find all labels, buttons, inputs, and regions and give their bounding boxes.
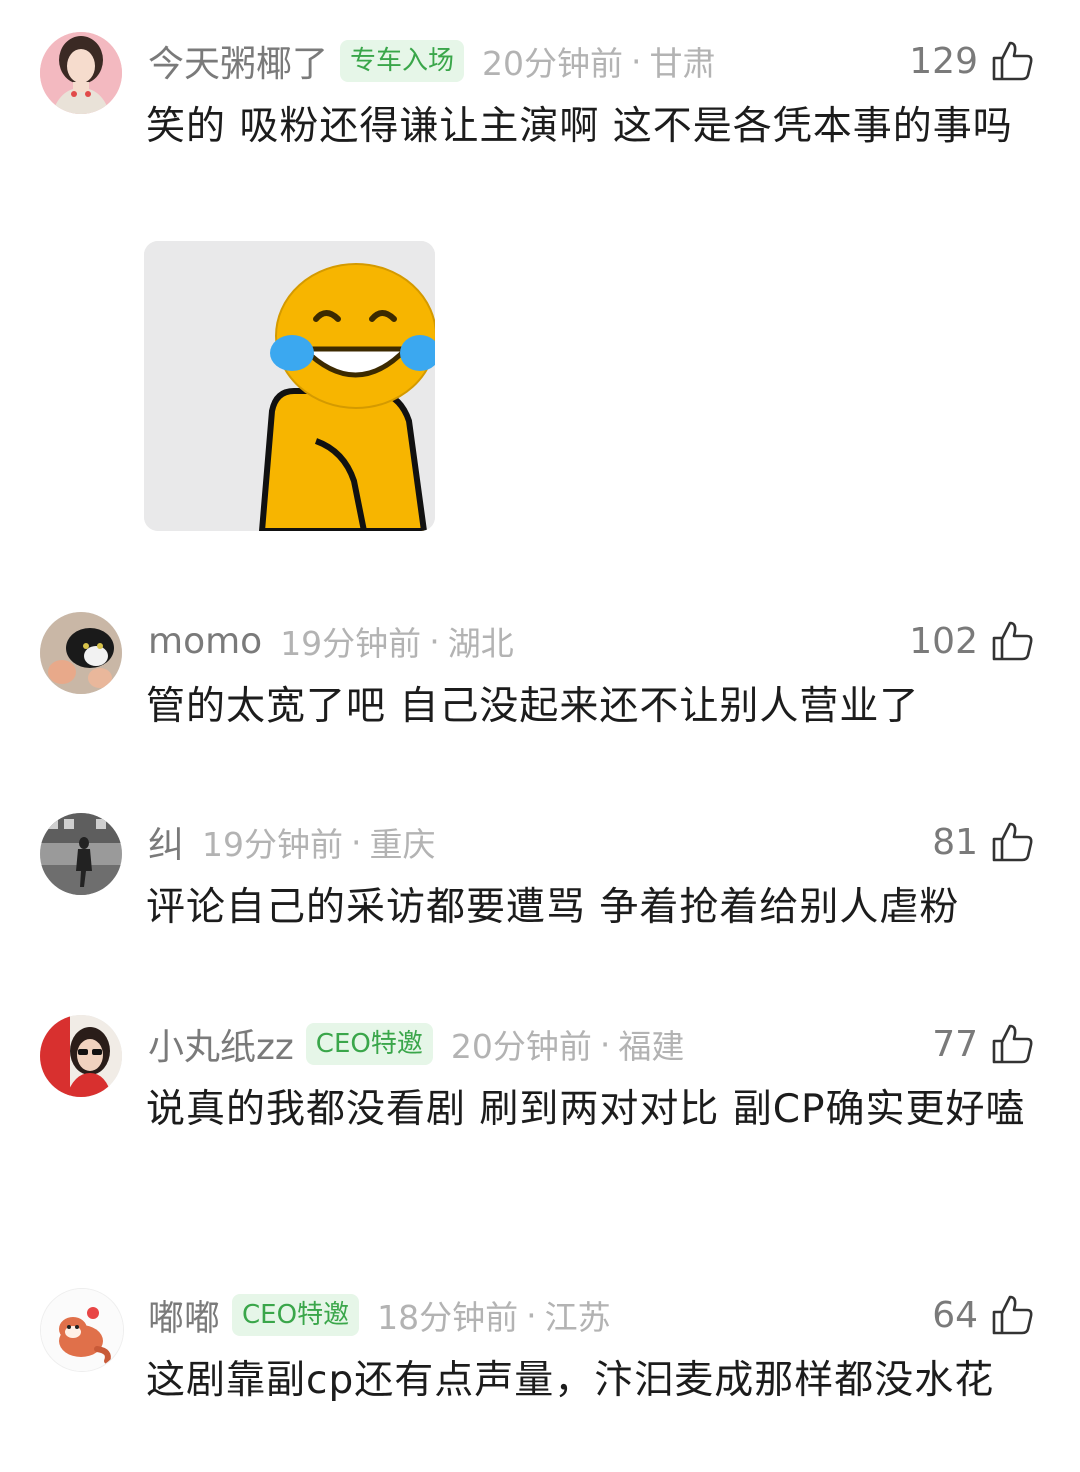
comment-text: 笑的 吸粉还得谦让主演啊 这不是各凭本事的事吗 [146,104,1013,149]
timestamp: 18分钟前 [377,1298,519,1337]
comment-meta: 嘟嘟 CEO特邀 18分钟前 · 江苏 [148,1290,611,1340]
region: 福建 [618,1027,685,1066]
thumbs-up-icon[interactable] [990,1293,1034,1337]
like-button[interactable]: 81 [932,817,1034,867]
like-button[interactable]: 64 [932,1290,1034,1340]
like-button[interactable]: 129 [909,36,1034,86]
thumbs-up-icon[interactable] [990,820,1034,864]
region: 湖北 [447,624,514,663]
username[interactable]: 纠 [148,816,184,868]
avatar-street-icon [40,813,122,895]
separator-dot: · [599,1024,611,1064]
timestamp: 20分钟前 [482,44,624,83]
user-badge: CEO特邀 [232,1294,360,1336]
comment-text: 评论自己的采访都要遭骂 争着抢着给别人虐粉 [146,885,960,930]
timestamp: 19分钟前 [280,624,422,663]
avatar-cat-icon [40,612,122,694]
user-avatar[interactable] [40,32,122,114]
thumbs-up-icon[interactable] [990,1022,1034,1066]
user-badge: 专车入场 [340,40,465,82]
like-count: 64 [932,1294,978,1336]
region: 重庆 [369,825,436,864]
laughing-crying-emoji-sticker[interactable] [144,241,435,531]
comment-meta: 小丸纸zz CEO特邀 20分钟前 · 福建 [148,1019,684,1069]
like-count: 102 [909,620,978,662]
username[interactable]: momo [148,621,262,662]
user-avatar[interactable] [40,1288,124,1372]
username[interactable]: 小丸纸zz [148,1018,294,1070]
username[interactable]: 今天粥椰了 [148,35,328,87]
like-button[interactable]: 102 [909,616,1034,666]
separator-dot: · [429,621,440,661]
like-button[interactable]: 77 [932,1019,1034,1069]
separator-dot: · [526,1295,537,1335]
comment-text: 管的太宽了吧 自己没起来还不让别人营业了 [146,684,920,729]
like-count: 77 [932,1023,978,1065]
timestamp: 19分钟前 [202,825,344,864]
comment-meta: 今天粥椰了 专车入场 20分钟前 · 甘肃 [148,36,716,86]
comment-text: 这剧靠副cp还有点声量，汴汩麦成那样都没水花 [146,1358,995,1403]
avatar-woman-sunglasses-icon [40,1015,122,1097]
user-avatar[interactable] [40,1015,122,1097]
separator-dot: · [631,41,642,81]
username[interactable]: 嘟嘟 [148,1289,220,1341]
thumbs-up-icon[interactable] [990,39,1034,83]
avatar-woman-icon [40,32,122,114]
comment-text: 说真的我都没看剧 刷到两对对比 副CP确实更好嗑 [146,1087,1026,1132]
separator-dot: · [351,822,362,862]
region: 江苏 [544,1298,611,1337]
like-count: 129 [909,40,978,82]
comment-meta: 纠 19分钟前 · 重庆 [148,817,436,867]
timestamp: 20分钟前 [450,1027,592,1066]
user-avatar[interactable] [40,813,122,895]
thumbs-up-icon[interactable] [990,619,1034,663]
region: 甘肃 [649,44,716,83]
like-count: 81 [932,821,978,863]
user-avatar[interactable] [40,612,122,694]
comment-meta: momo 19分钟前 · 湖北 [148,616,514,666]
avatar-red-panda-icon [41,1289,123,1371]
user-badge: CEO特邀 [305,1023,433,1065]
